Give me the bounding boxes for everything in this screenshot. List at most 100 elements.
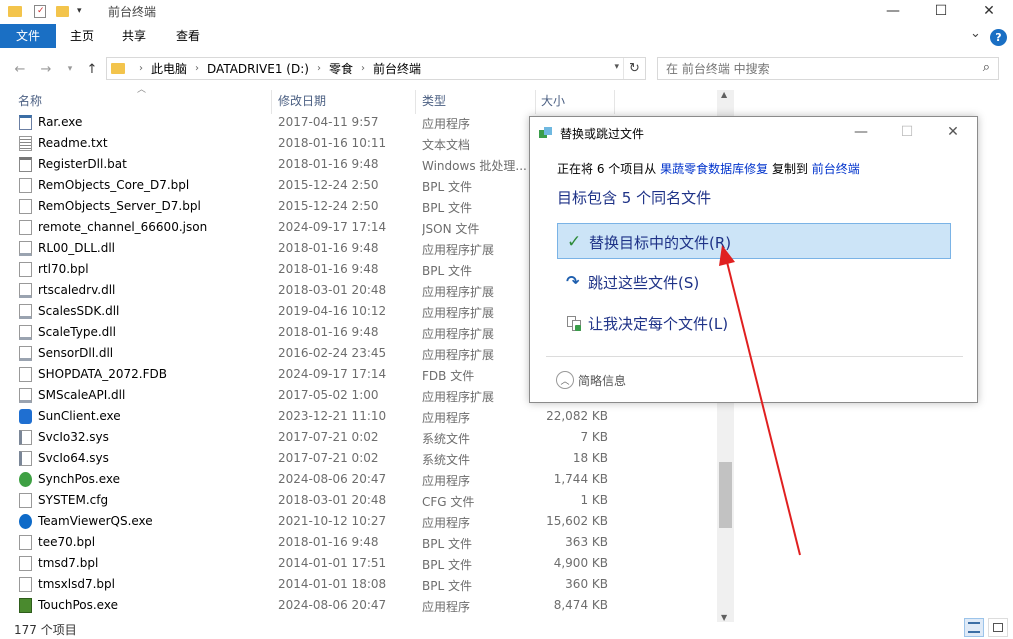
file-name: SunClient.exe [38,409,121,423]
address-dropdown-icon[interactable]: ▾ [614,62,619,72]
refresh-icon[interactable]: ↻ [623,58,645,79]
back-arrow-icon[interactable]: ← [10,59,30,79]
file-date: 2017-07-21 0:02 [278,430,379,444]
file-icon [19,535,32,550]
file-name: tmsxlsd7.bpl [38,577,115,591]
destination-folder-link[interactable]: 前台终端 [812,162,860,176]
ribbon-expand-icon[interactable]: ⌄ [970,26,981,41]
breadcrumb-folder-snacks[interactable]: 零食 [329,60,353,77]
file-name: rtscaledrv.dll [38,283,116,297]
file-type: 应用程序扩展 [422,390,495,404]
replace-files-option[interactable]: ✓ 替换目标中的文件(R) [557,223,951,259]
search-input[interactable] [666,60,966,77]
properties-icon[interactable]: ✓ [34,4,46,18]
forward-arrow-icon[interactable]: → [36,59,56,79]
breadcrumb-separator-icon[interactable]: › [317,63,321,74]
dialog-close-button[interactable]: ✕ [930,121,976,143]
teamviewer-icon [19,514,32,529]
file-type: 系统文件 [422,453,471,467]
file-type: BPL 文件 [422,264,472,278]
file-icon [19,577,32,592]
close-button[interactable]: ✕ [966,0,1012,22]
breadcrumb-drive[interactable]: DATADRIVE1 (D:) [207,62,309,76]
folder-icon[interactable] [8,5,22,17]
column-divider[interactable] [614,90,615,114]
file-name: RegisterDll.bat [38,157,127,171]
table-row[interactable]: TeamViewerQS.exe 2021-10-12 10:27 应用程序 15,6… [0,511,720,532]
source-folder-link[interactable]: 果蔬零食数据库修复 [660,162,768,176]
recent-locations-icon[interactable]: ▾ [60,59,80,79]
table-row[interactable]: SynchPos.exe 2024-08-06 20:47 应用程序 1,744 KB [0,469,720,490]
tab-share[interactable]: 共享 [110,24,158,48]
breadcrumb-folder-current[interactable]: 前台终端 [373,60,421,77]
file-date: 2024-08-06 20:47 [278,598,387,612]
address-bar[interactable]: › 此电脑 › DATADRIVE1 (D:) › 零食 › 前台终端 ▾ ↻ [106,57,646,80]
file-date: 2014-01-01 17:51 [278,556,387,570]
column-header-size[interactable]: 大小 [541,90,565,112]
decide-each-file-option[interactable]: 让我决定每个文件(L) [557,305,951,341]
file-date: 2023-12-21 11:10 [278,409,387,423]
tab-view[interactable]: 查看 [164,24,212,48]
file-name: SvcIo64.sys [38,451,109,465]
up-arrow-icon[interactable]: ↑ [82,59,102,79]
file-name: RL00_DLL.dll [38,241,116,255]
file-date: 2018-01-16 9:48 [278,535,379,549]
column-divider[interactable] [415,90,416,114]
file-type: 应用程序 [422,411,471,425]
window-title: 前台终端 [108,5,157,19]
minimize-button[interactable]: — [870,0,916,22]
table-row[interactable]: SvcIo32.sys 2017-07-21 0:02 系统文件 7 KB [0,427,720,448]
sunclient-icon [19,409,32,424]
new-folder-icon[interactable] [56,5,69,17]
sys-file-icon [19,451,32,466]
breadcrumb-separator-icon[interactable]: › [195,63,199,74]
search-box[interactable]: ⌕ [657,57,999,80]
help-icon[interactable]: ? [990,29,1007,46]
breadcrumb-separator-icon[interactable]: › [139,63,143,74]
skip-files-option[interactable]: ↷ 跳过这些文件(S) [557,264,951,300]
file-date: 2017-07-21 0:02 [278,451,379,465]
table-row[interactable]: tmsd7.bpl 2014-01-01 17:51 BPL 文件 4,900 KB [0,553,720,574]
scroll-down-icon[interactable]: ▼ [721,613,727,622]
search-icon[interactable]: ⌕ [983,60,990,75]
tab-file[interactable]: 文件 [0,24,56,48]
table-row[interactable]: SYSTEM.cfg 2018-03-01 20:48 CFG 文件 1 KB [0,490,720,511]
file-type: BPL 文件 [422,558,472,572]
maximize-button[interactable]: ☐ [918,0,964,22]
file-type: 应用程序 [422,117,471,131]
table-row[interactable]: TouchPos.exe 2024-08-06 20:47 应用程序 8,474 KB [0,595,720,616]
file-type: 应用程序扩展 [422,327,495,341]
column-divider[interactable] [271,90,272,114]
breadcrumb-this-pc[interactable]: 此电脑 [151,60,187,77]
dialog-minimize-button[interactable]: — [838,121,884,143]
file-name: ScalesSDK.dll [38,304,120,318]
column-header-name[interactable]: 名称 [18,90,42,112]
table-row[interactable]: SunClient.exe 2023-12-21 11:10 应用程序 22,082 … [0,406,720,427]
scroll-up-icon[interactable]: ▲ [721,90,727,99]
table-row[interactable]: tmsxlsd7.bpl 2014-01-01 18:08 BPL 文件 360 KB [0,574,720,595]
decide-files-icon [566,314,584,332]
file-size: 4,900 KB [553,556,608,570]
dll-icon [19,346,32,361]
table-row[interactable]: tee70.bpl 2018-01-16 9:48 BPL 文件 363 KB [0,532,720,553]
scrollbar-thumb[interactable] [719,462,732,528]
column-divider[interactable] [535,90,536,114]
file-date: 2024-08-06 20:47 [278,472,387,486]
large-icons-view-button[interactable] [988,618,1008,637]
file-date: 2019-04-16 10:12 [278,304,387,318]
file-date: 2024-09-17 17:14 [278,220,387,234]
file-date: 2014-01-01 18:08 [278,577,387,591]
copy-text-prefix: 正在将 6 个项目从 [557,162,657,176]
file-date: 2024-09-17 17:14 [278,367,387,381]
quick-access-dropdown-icon[interactable]: ▾ [77,6,82,16]
details-view-button[interactable] [964,618,984,637]
column-header-date[interactable]: 修改日期 [278,90,326,112]
breadcrumb-separator-icon[interactable]: › [361,63,365,74]
copy-progress-text: 正在将 6 个项目从 果蔬零食数据库修复 复制到 前台终端 [557,160,860,177]
column-header-type[interactable]: 类型 [422,90,446,112]
tab-home[interactable]: 主页 [58,24,106,48]
fewer-details-toggle[interactable]: ︿ 简略信息 [556,371,626,389]
file-icon [19,556,32,571]
table-row[interactable]: SvcIo64.sys 2017-07-21 0:02 系统文件 18 KB [0,448,720,469]
file-name: tmsd7.bpl [38,556,99,570]
